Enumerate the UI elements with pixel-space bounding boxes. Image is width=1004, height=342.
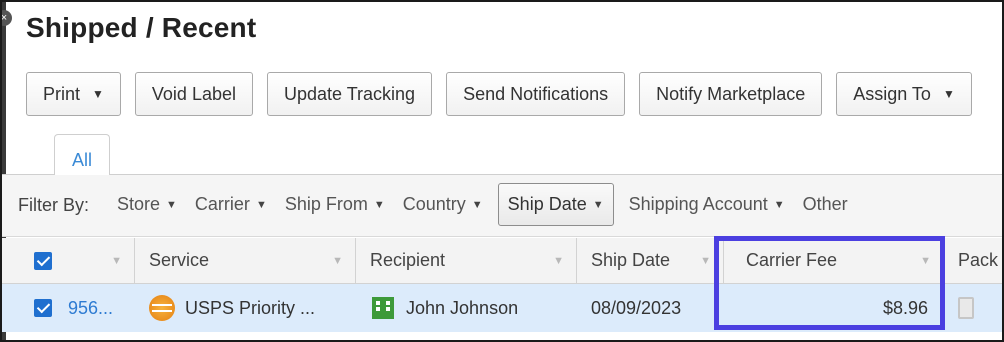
filter-country[interactable]: Country ▼ <box>394 184 492 225</box>
tab-all-label: All <box>71 150 92 170</box>
close-icon[interactable]: × <box>2 10 12 26</box>
caret-down-icon: ▼ <box>255 198 267 211</box>
assign-to-button-label: Assign To <box>853 83 931 104</box>
column-header-service[interactable]: Service ▼ <box>135 238 356 283</box>
caret-down-icon: ▼ <box>592 198 604 211</box>
filter-by-label: Filter By: <box>18 195 90 215</box>
filter-carrier[interactable]: Carrier ▼ <box>186 184 276 225</box>
caret-down-icon: ▼ <box>166 198 177 211</box>
page-title: Shipped / Recent <box>26 12 257 43</box>
print-button[interactable]: Print ▼ <box>26 72 121 116</box>
filter-carrier-label: Carrier <box>194 194 250 214</box>
caret-down-icon: ▼ <box>471 198 483 211</box>
caret-down-icon[interactable]: ▼ <box>920 255 931 267</box>
column-header-pack[interactable]: Pack <box>944 238 1002 283</box>
column-header-service-label: Service <box>149 250 210 270</box>
tab-all[interactable]: All <box>54 134 110 176</box>
update-tracking-button-label: Update Tracking <box>283 83 416 104</box>
caret-down-icon: ▼ <box>942 87 955 101</box>
table-header-row: ▼ Service ▼ Recipient ▼ Ship Date ▼ Carr… <box>2 238 1002 284</box>
void-label-button[interactable]: Void Label <box>134 72 253 116</box>
table-row[interactable]: 956... USPS Priority ... John Johnson 08… <box>2 284 1002 332</box>
caret-down-icon: ▼ <box>373 198 385 211</box>
filter-country-label: Country <box>402 194 466 214</box>
shipments-table: ▼ Service ▼ Recipient ▼ Ship Date ▼ Carr… <box>2 238 1002 332</box>
filter-ship-from-label: Ship From <box>284 194 368 214</box>
column-header-recipient-label: Recipient <box>370 250 446 270</box>
assign-to-button[interactable]: Assign To ▼ <box>836 72 972 116</box>
filter-shipping-account[interactable]: Shipping Account ▼ <box>620 184 794 225</box>
filter-store-label: Store <box>117 194 161 214</box>
filter-shipping-account-label: Shipping Account <box>628 194 768 214</box>
select-all-header: ▼ <box>2 238 135 283</box>
action-toolbar: Print ▼ Void Label Update Tracking Send … <box>26 72 972 118</box>
filter-ship-from[interactable]: Ship From ▼ <box>276 184 394 225</box>
filter-store[interactable]: Store ▼ <box>108 184 186 225</box>
service-value: USPS Priority ... <box>185 297 316 318</box>
caret-down-icon[interactable]: ▼ <box>700 255 711 267</box>
filter-ship-date-label: Ship Date <box>507 194 587 214</box>
filter-list: Store ▼ Carrier ▼ Ship From ▼ Country ▼ Ship… <box>108 183 857 226</box>
building-icon <box>372 297 394 319</box>
caret-down-icon: ▼ <box>92 87 104 101</box>
caret-down-icon[interactable]: ▼ <box>111 255 122 267</box>
ship-date-value: 08/09/2023 <box>591 297 682 318</box>
column-header-carrier-fee-label: Carrier Fee <box>746 250 838 270</box>
filter-ship-date[interactable]: Ship Date ▼ <box>497 183 614 226</box>
recipient-cell: John Johnson <box>356 284 577 332</box>
caret-down-icon: ▼ <box>773 198 785 211</box>
filter-other[interactable]: Other <box>794 184 857 225</box>
notify-marketplace-button[interactable]: Notify Marketplace <box>639 72 823 116</box>
filter-bar: Filter By: Store ▼ Carrier ▼ Ship From ▼ Co… <box>2 175 1002 237</box>
select-all-checkbox[interactable] <box>34 251 52 270</box>
row-select-cell: 956... <box>2 284 135 332</box>
column-header-ship-date-label: Ship Date <box>591 250 671 270</box>
print-button-label: Print <box>43 83 81 104</box>
carrier-fee-cell: $8.96 <box>724 284 944 332</box>
recipient-value: John Johnson <box>406 297 519 318</box>
service-cell: USPS Priority ... <box>135 284 356 332</box>
column-header-pack-label: Pack <box>958 250 999 270</box>
ship-date-cell: 08/09/2023 <box>577 284 724 332</box>
caret-down-icon[interactable]: ▼ <box>332 255 343 267</box>
usps-logo-icon <box>149 295 175 321</box>
pack-cell <box>944 284 1002 332</box>
column-header-carrier-fee[interactable]: Carrier Fee ▼ <box>724 238 944 283</box>
void-label-button-label: Void Label <box>151 83 236 104</box>
order-number-link[interactable]: 956... <box>68 298 113 319</box>
caret-down-icon[interactable]: ▼ <box>553 255 564 267</box>
column-header-ship-date[interactable]: Ship Date ▼ <box>577 238 724 283</box>
send-notifications-button-label: Send Notifications <box>463 83 609 104</box>
notify-marketplace-button-label: Notify Marketplace <box>656 83 806 104</box>
package-icon <box>958 297 974 319</box>
app-window: × Shipped / Recent Print ▼ Void Label Up… <box>0 0 1004 342</box>
carrier-fee-value: $8.96 <box>882 297 928 318</box>
column-header-recipient[interactable]: Recipient ▼ <box>356 238 577 283</box>
row-checkbox[interactable] <box>34 299 52 317</box>
filter-other-label: Other <box>802 194 848 214</box>
send-notifications-button[interactable]: Send Notifications <box>446 72 626 116</box>
update-tracking-button[interactable]: Update Tracking <box>266 72 433 116</box>
